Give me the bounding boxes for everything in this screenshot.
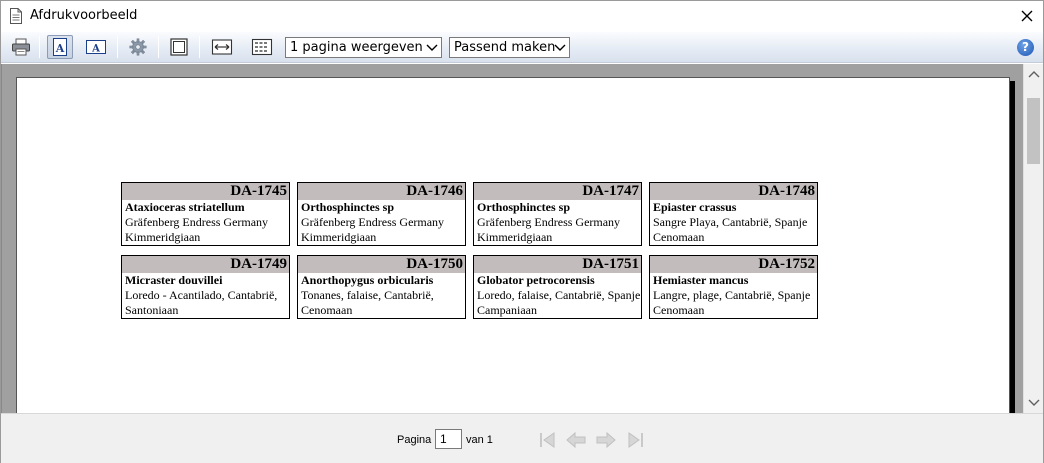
page-setup-button[interactable] [125,35,151,59]
next-page-button[interactable] [594,429,618,451]
whole-page-button[interactable] [166,35,192,59]
multi-page-icon [251,38,273,56]
page-width-button[interactable] [209,35,235,59]
window-title: Afdrukvoorbeeld [30,8,138,23]
page-shadow [1010,81,1015,413]
pages-display-value: 1 pagina weergeven [290,40,423,55]
label-location: Gräfenberg Endress Germany [125,215,269,229]
label-stage: Kimmeridgiaan [301,230,377,244]
label-name: Epiaster crassus [653,200,737,214]
label-stage: Santoniaan [125,303,179,317]
svg-text:A: A [91,44,100,55]
help-button[interactable]: ? [1017,39,1034,56]
close-icon [1021,10,1033,22]
vertical-scrollbar[interactable] [1023,64,1043,413]
label-stage: Cenomaan [653,303,705,317]
label-name: Ataxioceras striatellum [125,200,245,214]
label-location: Sangre Playa, Cantabrië, Spanje [653,215,808,229]
arrow-right-icon [596,431,616,449]
specimen-label: DA-1746 Orthosphinctes sp Gräfenberg End… [297,182,466,246]
svg-text:A: A [55,42,65,55]
page-label: Pagina [397,434,432,446]
specimen-label: DA-1748 Epiaster crassus Sangre Playa, C… [649,182,818,246]
chevron-up-icon [1028,71,1039,78]
landscape-page-icon: A [86,40,106,55]
specimen-label: DA-1749 Micraster douvillei Loredo - Aca… [121,255,290,319]
toolbar-separator [199,36,200,58]
pager-bar: Pagina 1 van 1 [1,413,1043,463]
label-name: Orthosphinctes sp [477,200,571,214]
label-name: Globator petrocorensis [477,273,595,287]
label-stage: Campaniaan [477,303,537,317]
label-stage: Kimmeridgiaan [477,230,553,244]
specimen-label: DA-1747 Orthosphinctes sp Gräfenberg End… [473,182,642,246]
chevron-down-icon [1028,399,1039,406]
zoom-select[interactable]: Passend maken [449,37,570,58]
specimen-label: DA-1750 Anorthopygus orbicularis Tonanes… [297,255,466,319]
pages-display-select[interactable]: 1 pagina weergeven [285,37,442,58]
specimen-label: DA-1751 Globator petrocorensis Loredo, f… [473,255,642,319]
label-stage: Cenomaan [301,303,353,317]
document-icon [10,8,22,24]
label-location: Loredo - Acantilado, Cantabrië, [125,288,278,302]
label-name: Micraster douvillei [125,273,223,287]
toolbar-separator [117,36,118,58]
close-button[interactable] [1013,3,1041,29]
label-code: DA-1745 [122,183,289,200]
toolbar-separator [39,36,40,58]
title-bar: Afdrukvoorbeeld [1,1,1043,32]
label-name: Hemiaster mancus [653,273,749,287]
specimen-label: DA-1745 Ataxioceras striatellum Gräfenbe… [121,182,290,246]
last-page-icon [628,432,643,448]
scroll-down-button[interactable] [1024,393,1043,413]
page-count: van 1 [466,434,493,446]
chevron-down-icon [554,44,566,51]
first-page-icon [540,432,555,448]
label-name: Orthosphinctes sp [301,200,395,214]
label-code: DA-1746 [298,183,465,200]
arrow-left-icon [566,431,586,449]
gear-icon [129,38,147,56]
printer-icon [12,38,30,56]
label-name: Anorthopygus orbicularis [301,273,434,287]
label-code: DA-1749 [122,256,289,273]
label-location: Tonanes, falaise, Cantabrië, [301,288,434,302]
label-location: Gräfenberg Endress Germany [301,215,445,229]
label-code: DA-1750 [298,256,465,273]
specimen-label: DA-1752 Hemiaster mancus Langre, plage, … [649,255,818,319]
label-location: Loredo, falaise, Cantabrië, Spanje [477,288,641,302]
label-code: DA-1752 [650,256,817,273]
whole-page-icon [170,38,188,56]
label-stage: Cenomaan [653,230,705,244]
page-number-input[interactable]: 1 [435,429,462,449]
scroll-thumb[interactable] [1027,98,1040,164]
zoom-value: Passend maken [454,40,556,55]
toolbar: A A 1 pagina weergeven Passend maken ? [1,32,1043,63]
print-preview-window: Afdrukvoorbeeld A A 1 pagina weergeven P… [0,0,1044,463]
label-location: Gräfenberg Endress Germany [477,215,621,229]
fit-width-icon [211,39,233,55]
preview-area: DA-1745 Ataxioceras striatellum Gräfenbe… [1,64,1023,413]
print-button[interactable] [8,35,34,59]
scroll-up-button[interactable] [1024,64,1043,84]
previous-page-button[interactable] [564,429,588,451]
landscape-button[interactable]: A [83,35,109,59]
label-code: DA-1748 [650,183,817,200]
toolbar-separator [158,36,159,58]
chevron-down-icon [426,44,438,51]
last-page-button[interactable] [624,429,648,451]
label-location: Langre, plage, Cantabrië, Spanje [653,288,811,302]
portrait-page-icon: A [53,38,67,56]
label-stage: Kimmeridgiaan [125,230,201,244]
label-code: DA-1751 [474,256,641,273]
multi-page-button[interactable] [249,35,275,59]
label-code: DA-1747 [474,183,641,200]
first-page-button[interactable] [535,429,559,451]
portrait-button[interactable]: A [47,35,73,59]
